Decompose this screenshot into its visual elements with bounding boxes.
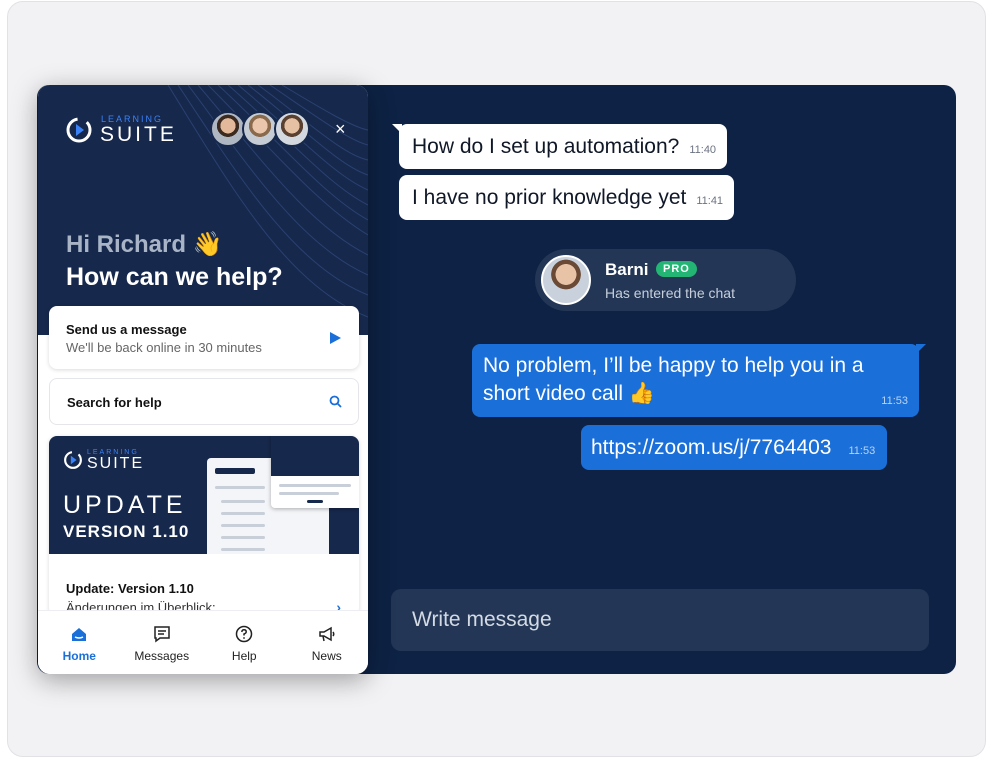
help-title: How can we help?	[66, 263, 283, 291]
agent-joined-pill: Barni PRO Has entered the chat	[535, 249, 796, 311]
send-arrow-icon	[330, 332, 341, 344]
message-time: 11:53	[881, 395, 908, 407]
message-input[interactable]	[391, 589, 929, 651]
learning-suite-logo-icon	[64, 451, 82, 469]
nav-news[interactable]: News	[286, 611, 368, 674]
message-time: 11:41	[696, 194, 724, 207]
logo-text-big: SUITE	[100, 123, 177, 146]
update-banner-image: LEARNING SUITE UPDATE VERSION 1.10	[49, 436, 359, 554]
messenger-widget: LEARNING SUITE × Hi Richard 👋 How can we…	[38, 85, 368, 674]
update-version: VERSION 1.10	[63, 522, 190, 541]
message-text-line: No problem, I’ll be happy to help you in…	[483, 354, 864, 377]
learning-suite-logo-icon	[66, 117, 92, 143]
message-time: 11:40	[689, 143, 717, 156]
message-text: I have no prior knowledge yet	[412, 185, 687, 209]
search-icon	[329, 395, 342, 408]
nav-label: Messages	[134, 649, 190, 663]
outgoing-message: No problem, I’ll be happy to help you in…	[472, 344, 926, 417]
card-subtitle: We'll be back online in 30 minutes	[66, 340, 262, 355]
send-message-card[interactable]: Send us a message We'll be back online i…	[49, 306, 359, 369]
avatar	[274, 111, 310, 147]
mockup-popup	[271, 436, 359, 508]
bottom-nav: Home Messages Help News	[38, 610, 368, 674]
message-time: 11:53	[848, 444, 876, 457]
home-icon	[72, 628, 87, 641]
nav-label: Home	[62, 649, 96, 663]
greeting: Hi Richard 👋	[66, 231, 223, 258]
update-word: UPDATE	[63, 491, 187, 519]
update-card[interactable]: LEARNING SUITE UPDATE VERSION 1.10 Updat…	[49, 436, 359, 616]
update-title: Update: Version 1.10	[66, 581, 194, 596]
search-help-card[interactable]: Search for help	[49, 378, 359, 425]
card-title: Search for help	[67, 395, 162, 410]
megaphone-icon	[319, 626, 335, 642]
agent-avatar	[541, 255, 591, 305]
nav-help[interactable]: Help	[203, 611, 285, 674]
message-text: How do I set up automation?	[412, 134, 680, 158]
nav-messages[interactable]: Messages	[121, 611, 203, 674]
message-text-line: short video call 👍	[483, 382, 656, 405]
zoom-link[interactable]: https://zoom.us/j/7764403	[591, 434, 832, 462]
incoming-message: How do I set up automation? 11:40	[391, 124, 728, 169]
close-icon[interactable]: ×	[335, 119, 346, 140]
message-composer	[391, 589, 929, 651]
pro-badge: PRO	[656, 261, 697, 277]
nav-label: Help	[231, 649, 257, 663]
team-avatars	[210, 111, 310, 147]
card-title: Send us a message	[66, 322, 187, 337]
avatar	[210, 111, 246, 147]
agent-name: Barni	[605, 260, 649, 279]
messages-icon	[154, 626, 170, 643]
incoming-message: I have no prior knowledge yet 11:41	[399, 175, 735, 220]
outgoing-message: https://zoom.us/j/7764403 11:53	[581, 425, 888, 470]
help-icon	[236, 625, 253, 643]
widget-header: LEARNING SUITE × Hi Richard 👋 How can we…	[38, 85, 368, 335]
nav-label: News	[311, 649, 342, 663]
nav-home[interactable]: Home	[38, 611, 120, 674]
logo-text-big: SUITE	[87, 455, 145, 472]
agent-status: Has entered the chat	[605, 285, 735, 301]
avatar	[242, 111, 278, 147]
